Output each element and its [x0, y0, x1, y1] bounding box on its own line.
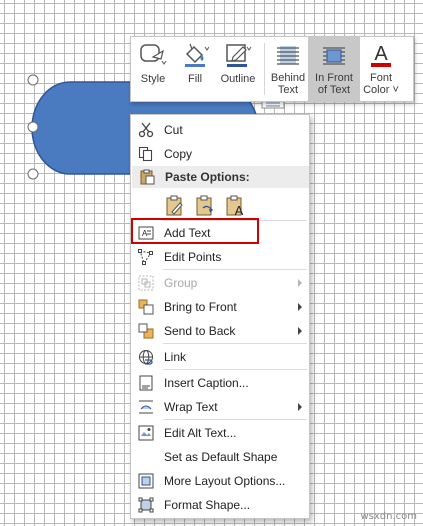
alt-text-icon	[131, 425, 161, 441]
style-button[interactable]: Style	[131, 37, 175, 101]
font-color-label-1: Font	[369, 72, 392, 84]
menu-item-link[interactable]: Link	[131, 345, 309, 369]
in-front-label-1: In Front	[315, 72, 353, 84]
resize-handle-bottom-left[interactable]	[27, 168, 39, 180]
menu-item-copy[interactable]: Copy	[131, 142, 309, 166]
behind-text-label-1: Behind	[270, 72, 306, 84]
watermark: wsxdn.com	[360, 511, 417, 522]
behind-text-button[interactable]: Behind Text	[268, 37, 308, 101]
in-front-of-text-icon	[319, 41, 349, 69]
outline-button[interactable]: Outline	[215, 37, 261, 101]
menu-item-insert-caption[interactable]: Insert Caption...	[131, 371, 309, 395]
drawing-canvas[interactable]: Style Fill Outline Behind Text In Front …	[0, 0, 423, 526]
paste-options-row: A	[163, 194, 247, 218]
copy-icon	[131, 146, 161, 162]
mini-toolbar: Style Fill Outline Behind Text In Front …	[130, 36, 414, 102]
style-label: Style	[140, 73, 166, 85]
format-shape-icon	[131, 497, 161, 513]
submenu-arrow-icon	[298, 279, 302, 287]
menu-item-add-text[interactable]: A Add Text	[131, 221, 309, 245]
svg-text:A: A	[235, 203, 244, 217]
font-color-label-2: Color ˅	[363, 84, 399, 96]
font-color-icon: A	[366, 41, 396, 69]
bring-to-front-icon	[131, 299, 161, 315]
submenu-arrow-icon	[298, 303, 302, 311]
pen-outline-icon	[223, 41, 253, 69]
menu-separator	[163, 343, 307, 344]
text-box-icon: A	[131, 226, 161, 240]
font-color-button[interactable]: A Font Color ˅	[360, 37, 402, 101]
menu-item-cut[interactable]: Cut	[131, 118, 309, 142]
group-icon	[131, 275, 161, 291]
menu-item-send-to-back[interactable]: Send to Back	[131, 319, 309, 343]
paste-picture-icon[interactable]	[193, 194, 217, 218]
menu-separator	[163, 269, 307, 270]
clipboard-icon	[132, 169, 162, 185]
shape-style-icon	[138, 41, 168, 69]
submenu-arrow-icon	[298, 327, 302, 335]
menu-item-more-layout-options[interactable]: More Layout Options...	[131, 469, 309, 493]
toolbar-divider	[264, 43, 265, 95]
context-menu: Cut Copy Paste Options: A A Add Text Edi…	[130, 114, 310, 519]
submenu-arrow-icon	[298, 403, 302, 411]
menu-item-format-shape[interactable]: Format Shape...	[131, 493, 309, 517]
resize-handle-top-left[interactable]	[27, 74, 39, 86]
send-to-back-icon	[131, 323, 161, 339]
menu-item-group[interactable]: Group	[131, 271, 309, 295]
menu-item-wrap-text[interactable]: Wrap Text	[131, 395, 309, 419]
paste-keep-text-only-icon[interactable]: A	[223, 194, 247, 218]
menu-separator	[163, 369, 307, 370]
menu-separator	[163, 419, 307, 420]
wrap-text-icon	[131, 399, 161, 415]
behind-text-icon	[273, 41, 303, 69]
in-front-label-2: of Text	[317, 84, 351, 96]
menu-item-edit-alt-text[interactable]: Edit Alt Text...	[131, 421, 309, 445]
resize-handle-middle-left[interactable]	[27, 121, 39, 133]
fill-label: Fill	[187, 73, 203, 85]
paste-options-header: Paste Options:	[132, 166, 309, 188]
behind-text-label-2: Text	[277, 84, 299, 96]
link-icon	[131, 349, 161, 365]
paint-bucket-icon	[180, 41, 210, 69]
outline-label: Outline	[220, 73, 256, 85]
svg-text:A: A	[374, 43, 388, 65]
scissors-icon	[131, 122, 161, 138]
menu-item-set-default-shape[interactable]: Set as Default Shape	[131, 445, 309, 469]
layout-options-icon	[131, 473, 161, 489]
in-front-of-text-button[interactable]: In Front of Text	[308, 37, 360, 101]
menu-item-edit-points[interactable]: Edit Points	[131, 245, 309, 269]
insert-caption-icon	[131, 375, 161, 391]
fill-button[interactable]: Fill	[175, 37, 215, 101]
paste-use-destination-theme-icon[interactable]	[163, 194, 187, 218]
menu-item-bring-to-front[interactable]: Bring to Front	[131, 295, 309, 319]
edit-points-icon	[131, 249, 161, 265]
selection-handles	[27, 74, 39, 180]
